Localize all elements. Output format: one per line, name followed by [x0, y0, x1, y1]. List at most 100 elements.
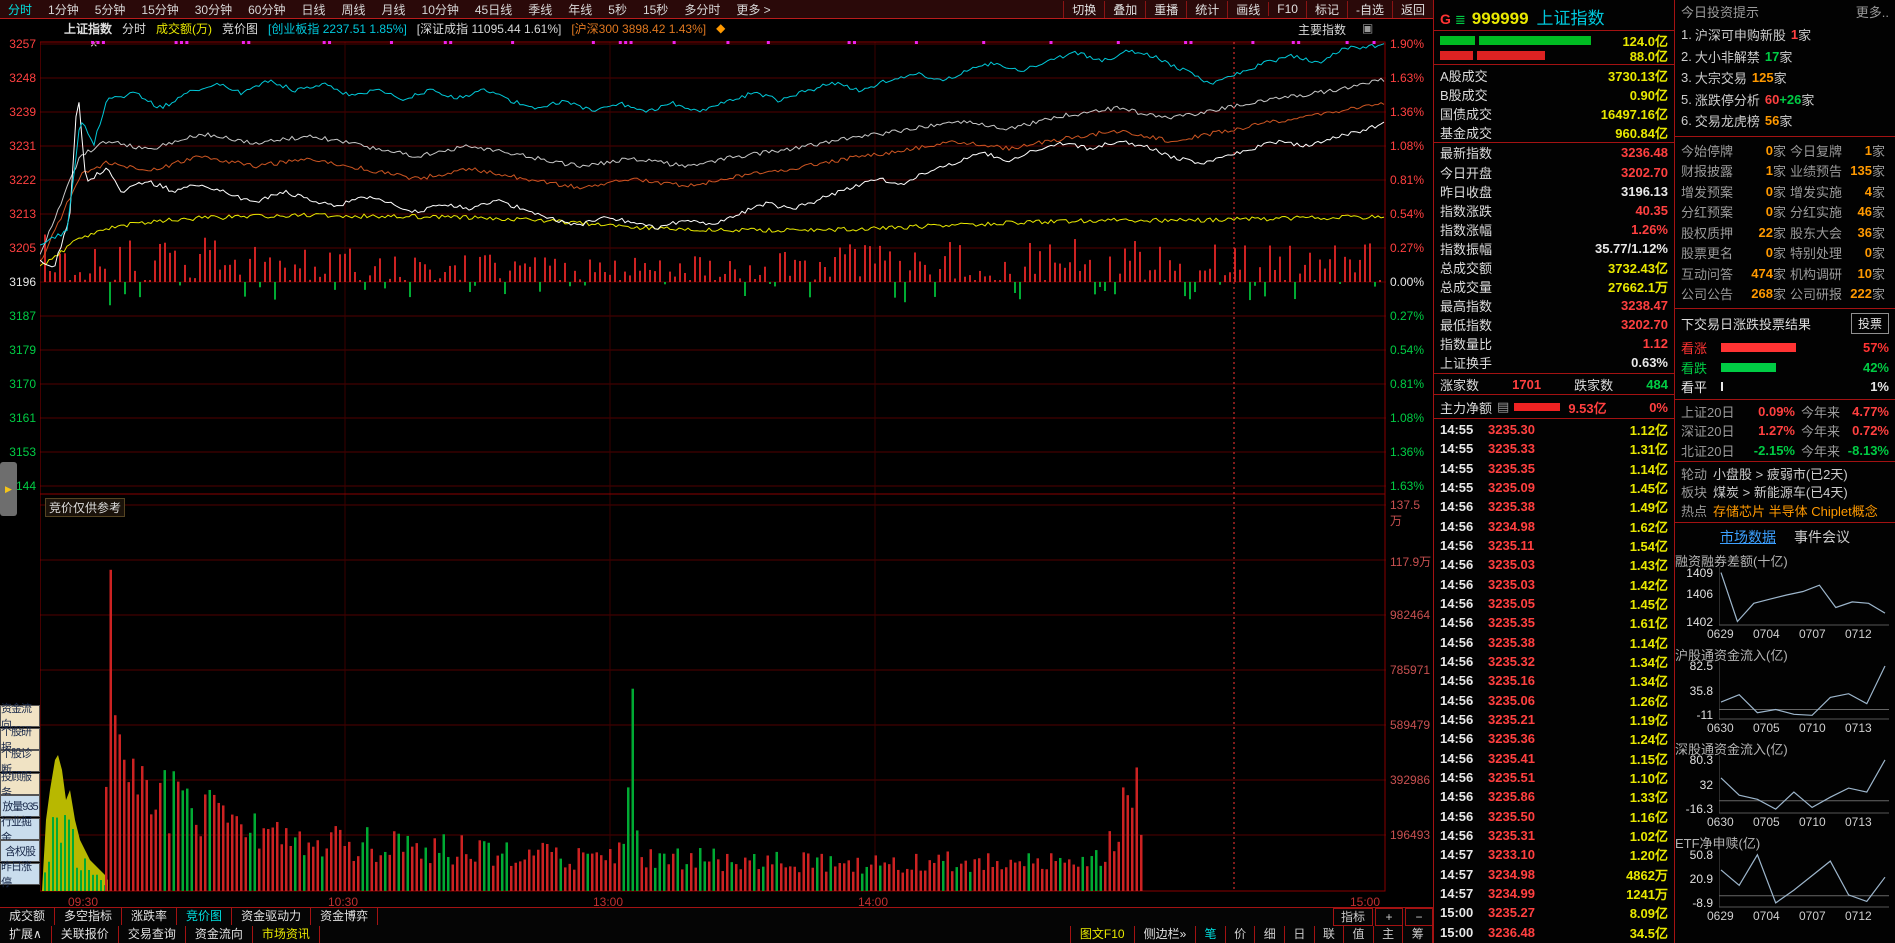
period-tab-10[interactable]: 45日线 [467, 1, 520, 18]
period-tab-8[interactable]: 月线 [374, 1, 414, 18]
mini-chart-plot [1719, 661, 1889, 720]
index20-row-1: 深证20日 1.27% 今年来 0.72% [1675, 421, 1895, 440]
indicator-button[interactable]: 指标 [1332, 908, 1373, 926]
toolbar-action-1[interactable]: 叠加 [1104, 0, 1145, 18]
sidebar-toggle-button[interactable]: 侧边栏» [1135, 926, 1196, 943]
main-index-toggle[interactable]: 主要指数 [1298, 21, 1346, 38]
function-tab-1[interactable]: 关联报价 [52, 926, 119, 943]
function-tab-3[interactable]: 资金流向 [186, 926, 253, 943]
tip-num: 1 [1790, 27, 1799, 43]
checkbox-icon[interactable]: ▣ [1362, 21, 1373, 35]
toolbar-action-3[interactable]: 统计 [1186, 0, 1227, 18]
period-tab-14[interactable]: 15秒 [635, 1, 676, 18]
arrow-icon: ▶ [5, 483, 12, 494]
bottom-tab-1[interactable]: 多空指标 [55, 908, 123, 925]
period-tab-7[interactable]: 周线 [333, 1, 373, 18]
separator [1675, 522, 1895, 523]
mini-chart-ytick: 82.5 [1689, 659, 1713, 673]
chart-header-item-2[interactable]: 成交额(万) [156, 20, 212, 37]
function-tab-4[interactable]: 市场资讯 [253, 926, 320, 943]
mini-tab-1[interactable]: 价 [1226, 926, 1256, 943]
price-tick: 3257 [9, 37, 36, 51]
tip-no: 3. [1681, 70, 1692, 86]
up-count: 1701 [1512, 376, 1542, 392]
period-tab-3[interactable]: 15分钟 [133, 1, 186, 18]
tick-time: 14:56 [1440, 538, 1474, 554]
bottom-tab-2[interactable]: 涨跌率 [122, 908, 178, 925]
mini-chart-xtick: 0629 [1707, 909, 1734, 923]
toolbar-action-2[interactable]: 重播 [1145, 0, 1186, 18]
separator [1675, 461, 1895, 462]
pct-tick: 1.08% [1390, 411, 1425, 425]
period-tab-13[interactable]: 5秒 [600, 1, 635, 18]
period-tab-6[interactable]: 日线 [293, 1, 333, 18]
mini-tab-0[interactable]: 笔 [1196, 926, 1226, 943]
row-value: 3730.13亿 [1608, 69, 1668, 85]
mini-tab-2[interactable]: 细 [1255, 926, 1286, 943]
tick-row-13: 14:56 3235.16 1.34亿 [1434, 671, 1674, 690]
zoom-in-button[interactable]: + [1375, 908, 1403, 926]
toolbar-action-0[interactable]: 切换 [1063, 0, 1104, 18]
mini-tab-6[interactable]: 主 [1374, 926, 1404, 943]
tick-price: 3234.98 [1488, 866, 1535, 882]
period-tab-2[interactable]: 5分钟 [87, 1, 134, 18]
stat-value: 22 [1758, 224, 1773, 240]
more-link[interactable]: 更多.. [1856, 2, 1889, 21]
chart-header-item-0[interactable]: 上证指数 [64, 20, 112, 37]
menu-icon[interactable]: ≣ [1455, 12, 1466, 27]
toolbar-action-7[interactable]: -自选 [1346, 0, 1392, 18]
period-tab-15[interactable]: 多分时 [676, 1, 728, 18]
tick-amount: 1.26亿 [1629, 693, 1668, 709]
mini-tab-7[interactable]: 筹 [1403, 926, 1433, 943]
toolbar-action-6[interactable]: 标记 [1305, 0, 1347, 18]
info-title: 今日投资提示 [1681, 4, 1760, 20]
period-tab-1[interactable]: 1分钟 [40, 1, 87, 18]
period-tab-16[interactable]: 更多 > [728, 1, 778, 18]
mini-tab-3[interactable]: 日 [1285, 926, 1315, 943]
tip-item-3[interactable]: 5. 涨跌停分析 60 +26 家 [1675, 89, 1895, 111]
pct-tick: 0.81% [1390, 377, 1425, 391]
tick-time: 14:56 [1440, 692, 1474, 708]
tip-item-1[interactable]: 2. 大小非解禁 17 家 [1675, 46, 1895, 68]
tick-list[interactable]: 14:55 3235.30 1.12亿 14:55 3235.33 1.31亿 14:55 3… [1434, 420, 1674, 943]
tip-item-0[interactable]: 1. 沪深可申购新股 1 家 [1675, 24, 1895, 46]
bottom-tab-3[interactable]: 竞价图 [177, 908, 233, 925]
tip-num2: +26 [1779, 91, 1802, 107]
sidebar-collapse-handle[interactable]: ▶ [0, 462, 17, 516]
toolbar-action-5[interactable]: F10 [1268, 2, 1306, 16]
period-tab-11[interactable]: 季线 [520, 1, 560, 18]
bottom-tab-4[interactable]: 资金驱动力 [232, 908, 312, 925]
stat-unit: 家 [1773, 287, 1787, 303]
chart-header-item-3[interactable]: 竞价图 [222, 20, 258, 37]
tip-item-4[interactable]: 6. 交易龙虎榜 56 家 [1675, 110, 1895, 132]
toolbar-action-4[interactable]: 画线 [1227, 0, 1268, 18]
zoom-out-button[interactable]: − [1405, 908, 1433, 926]
list-icon[interactable]: ▤ [1497, 399, 1509, 415]
intraday-chart[interactable] [40, 38, 1386, 895]
row-value: 40.35 [1635, 202, 1668, 218]
vote-button[interactable]: 投票 [1850, 312, 1889, 334]
tick-row-15: 14:56 3235.21 1.19亿 [1434, 710, 1674, 729]
function-tab-2[interactable]: 交易查询 [119, 926, 186, 943]
tab-market-data[interactable]: 市场数据 [1720, 527, 1776, 547]
idx20-label: 上证20日 [1681, 405, 1735, 421]
graphic-f10-button[interactable]: 图文F10 [1069, 926, 1135, 943]
tip-item-2[interactable]: 3. 大宗交易 125 家 [1675, 67, 1895, 89]
vol-tick: 785971 [1390, 663, 1431, 677]
flow-bar [1477, 51, 1545, 60]
mini-tab-4[interactable]: 联 [1315, 926, 1345, 943]
bottom-tab-0[interactable]: 成交额 [0, 908, 56, 925]
period-tab-5[interactable]: 60分钟 [240, 1, 293, 18]
period-tab-9[interactable]: 10分钟 [414, 1, 467, 18]
idx20-label: 北证20日 [1681, 443, 1735, 459]
mini-tab-5[interactable]: 值 [1344, 926, 1374, 943]
period-tab-4[interactable]: 30分钟 [187, 1, 240, 18]
bottom-tab-5[interactable]: 资金博弈 [311, 908, 379, 925]
period-toolbar: 分时 1分钟 5分钟 15分钟 30分钟 60分钟 日线 周线 月线 10分钟 45日线 季线 年线 5秒… [0, 0, 1433, 19]
period-tab-12[interactable]: 年线 [560, 1, 600, 18]
tab-events[interactable]: 事件会议 [1794, 527, 1850, 547]
tick-row-12: 14:56 3235.32 1.34亿 [1434, 652, 1674, 671]
index-data-rows: A股成交 3730.13亿 B股成交 0.90亿 国债成交 16497.16亿 基金成交 96… [1434, 66, 1674, 374]
chart-header-item-1[interactable]: 分时 [122, 20, 146, 37]
function-tab-0[interactable]: 扩展∧ [0, 926, 52, 943]
